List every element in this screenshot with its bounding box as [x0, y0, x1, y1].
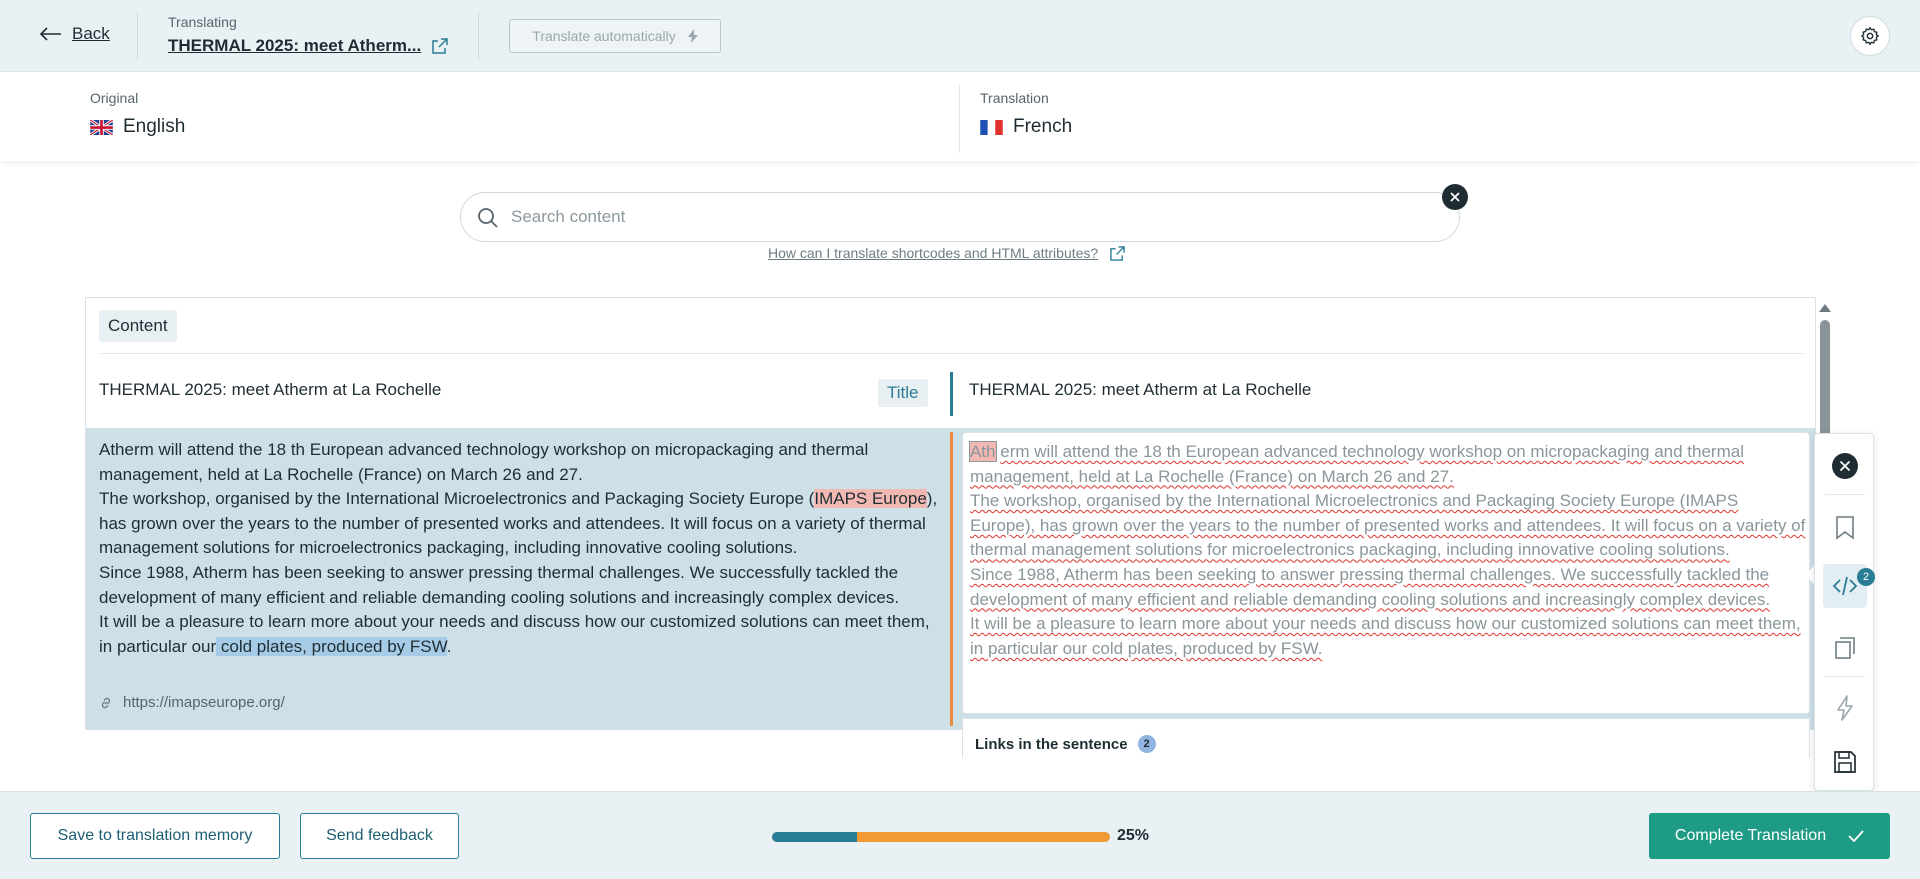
translation-progress-bar: [772, 832, 1110, 842]
language-bar: Original English Translation French: [0, 73, 1920, 161]
arrow-left-icon: [40, 27, 61, 41]
links-title-label: Links in the sentence: [975, 735, 1128, 753]
document-title-link[interactable]: THERMAL 2025: meet Atherm...: [168, 36, 421, 56]
search-icon: [478, 208, 498, 228]
target-sentence: The workshop, organised by the Internati…: [970, 491, 1806, 560]
save-icon: [1834, 751, 1856, 773]
lightning-icon: [1837, 695, 1853, 721]
original-label: Original: [90, 90, 139, 106]
section-chip: Content: [99, 310, 177, 342]
tool-rail: 2: [1814, 433, 1875, 791]
translate-automatically-button[interactable]: Translate automatically: [509, 19, 721, 53]
target-sentence: erm will attend the 18 th European advan…: [970, 442, 1744, 486]
content-panel: Content THERMAL 2025: meet Atherm at La …: [85, 297, 1816, 758]
help-link-label: How can I translate shortcodes and HTML …: [768, 245, 1099, 261]
france-flag-icon: [980, 119, 1003, 135]
copy-source-button[interactable]: [1823, 626, 1867, 670]
bookmark-icon: [1836, 516, 1854, 540]
divider: [137, 12, 138, 60]
save-to-translation-memory-button[interactable]: Save to translation memory: [30, 813, 280, 859]
translating-label: Translating: [168, 14, 237, 30]
close-tools-button[interactable]: [1823, 444, 1867, 488]
links-count-badge: 2: [1137, 735, 1156, 753]
top-bar: Back Translating THERMAL 2025: meet Athe…: [0, 0, 1920, 72]
send-feedback-button[interactable]: Send feedback: [300, 813, 459, 859]
external-link-icon[interactable]: [432, 38, 448, 54]
lightning-icon: [687, 29, 698, 43]
source-link-row[interactable]: https://imapseurope.org/: [99, 694, 285, 711]
gear-icon: [1861, 27, 1879, 45]
divider: [1825, 494, 1865, 495]
source-highlight-link[interactable]: cold plates, produced by FSW: [216, 636, 447, 656]
source-sentence: Since 1988, Atherm has been seeking to a…: [99, 562, 900, 607]
search-input[interactable]: [511, 207, 1391, 227]
complete-translation-button[interactable]: Complete Translation: [1649, 813, 1890, 859]
close-circle-icon: [1832, 453, 1858, 479]
original-language-name: English: [123, 116, 186, 137]
footer-bar: Save to translation memory Send feedback…: [0, 791, 1920, 879]
source-sentence: .: [446, 636, 452, 656]
target-sentence: It will be a pleasure to learn more abou…: [970, 614, 1801, 658]
progress-percent: 25%: [1117, 827, 1150, 844]
uk-flag-icon: [90, 119, 113, 135]
progress-fill: [772, 832, 857, 842]
cursor-word: Ath: [969, 441, 997, 462]
source-sentence: Atherm will attend the 18 th European ad…: [99, 440, 869, 484]
source-highlight-link[interactable]: IMAPS Europe: [814, 489, 927, 509]
shortcodes-count-badge: 2: [1857, 568, 1875, 586]
translate-automatically-label: Translate automatically: [532, 28, 676, 44]
title-status-bar: [950, 372, 953, 416]
source-segment-text: Atherm will attend the 18 th European ad…: [99, 438, 939, 659]
complete-translation-label: Complete Translation: [1674, 827, 1827, 844]
translation-label: Translation: [980, 90, 1049, 106]
settings-button[interactable]: [1850, 16, 1890, 56]
original-language: English: [90, 116, 185, 138]
title-target-text[interactable]: THERMAL 2025: meet Atherm at La Rochelle: [969, 380, 1311, 400]
machine-translate-button[interactable]: [1823, 686, 1867, 730]
link-icon: [101, 697, 111, 708]
title-source-text: THERMAL 2025: meet Atherm at La Rochelle: [99, 380, 442, 399]
back-label: Back: [72, 24, 110, 43]
close-icon: [1450, 192, 1460, 202]
title-badge: Title: [878, 379, 928, 407]
translation-language: French: [980, 116, 1072, 138]
links-title: Links in the sentence 2: [975, 735, 1156, 753]
code-icon: [1832, 576, 1858, 596]
clear-search-button[interactable]: [1442, 184, 1468, 210]
bookmark-button[interactable]: [1823, 506, 1867, 550]
target-sentence: Since 1988, Atherm has been seeking to a…: [970, 564, 1771, 609]
active-segment-row: Atherm will attend the 18 th European ad…: [86, 428, 1815, 758]
search-box: [460, 192, 1460, 242]
divider: [1825, 676, 1865, 677]
copy-icon: [1835, 637, 1855, 659]
external-link-icon: [1110, 245, 1125, 261]
shortcodes-button[interactable]: 2: [1823, 564, 1875, 608]
save-segment-button[interactable]: [1823, 740, 1867, 784]
divider: [99, 353, 1804, 354]
divider: [478, 12, 479, 60]
translation-language-name: French: [1013, 116, 1073, 137]
segment-status-bar: [950, 432, 953, 726]
shortcodes-help-link[interactable]: How can I translate shortcodes and HTML …: [768, 245, 1125, 261]
source-sentence: The workshop, organised by the Internati…: [99, 489, 815, 509]
back-button[interactable]: Back: [40, 24, 110, 44]
scroll-up-arrow[interactable]: [1819, 304, 1831, 312]
target-segment-text[interactable]: Ath erm will attend the 18 th European a…: [969, 440, 1806, 661]
divider: [959, 85, 960, 153]
checkmark-icon: [1848, 830, 1864, 842]
links-in-sentence-panel[interactable]: Links in the sentence 2: [962, 718, 1810, 758]
translation-editor[interactable]: Ath erm will attend the 18 th European a…: [962, 432, 1810, 714]
source-link-url: https://imapseurope.org/: [123, 694, 285, 711]
